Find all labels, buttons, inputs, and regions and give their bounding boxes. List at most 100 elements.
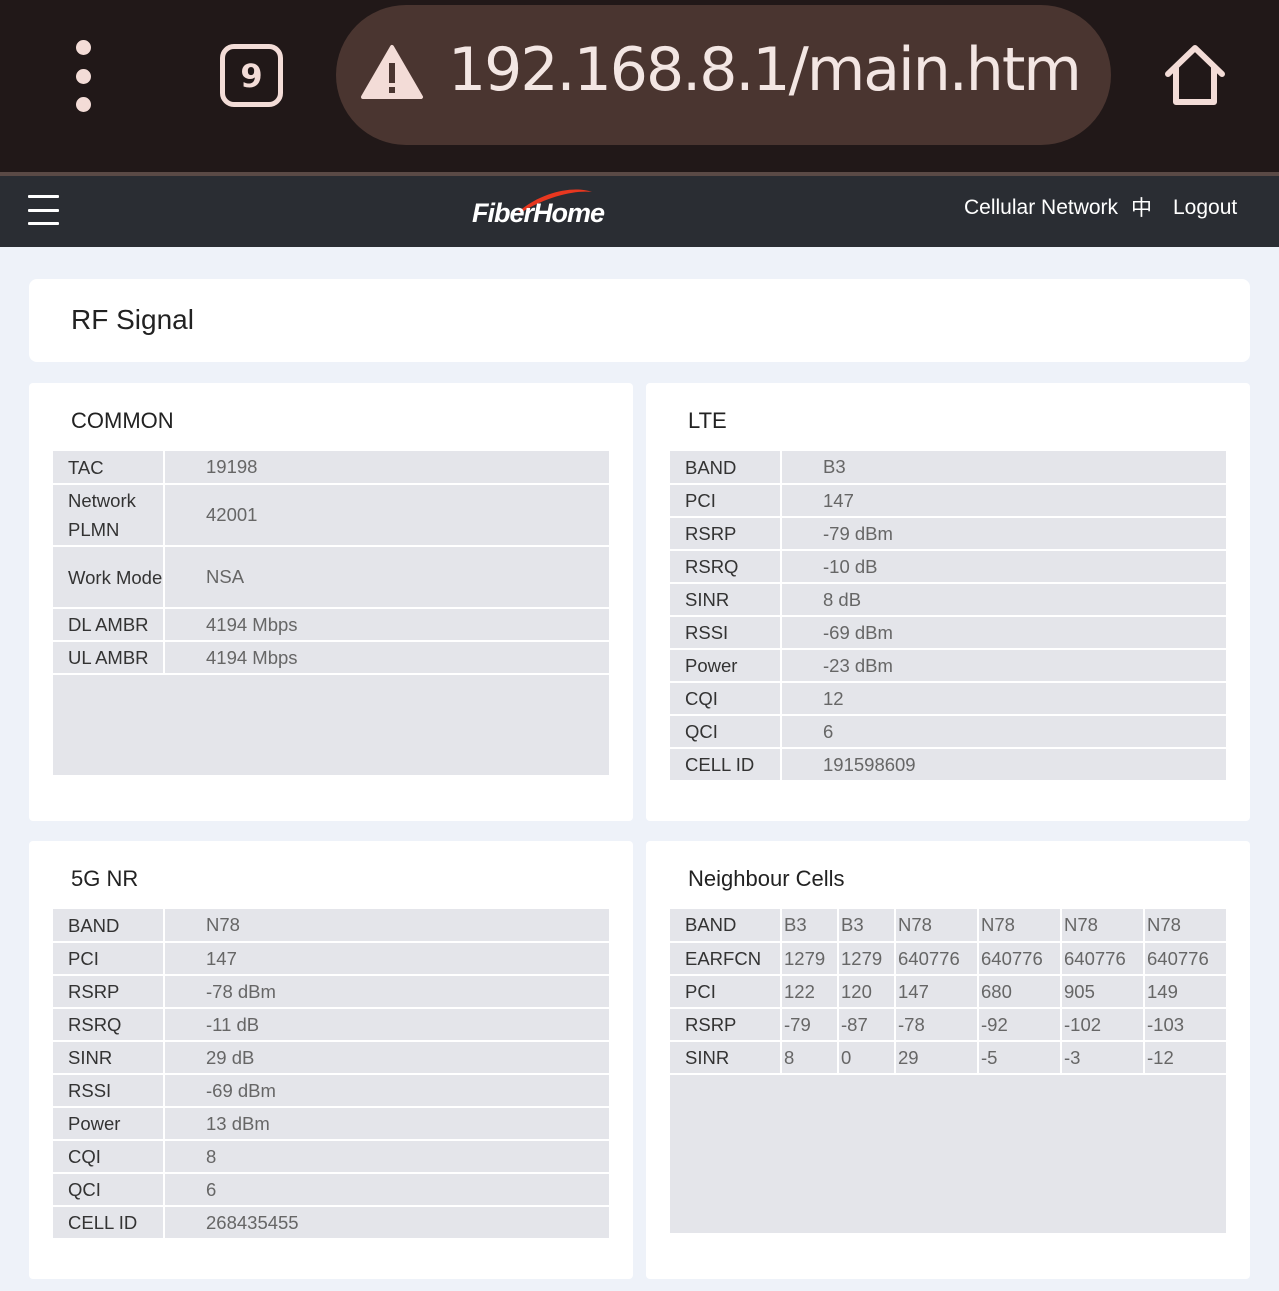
table-row: DL AMBR 4194 Mbps <box>53 608 609 642</box>
row-value: -78 dBm <box>164 975 609 1009</box>
table-row: CQI 8 <box>53 1140 609 1174</box>
row-value: -69 dBm <box>164 1074 609 1108</box>
row-value: 12 <box>781 682 1226 716</box>
row-label: BAND <box>670 451 782 485</box>
row-label: QCI <box>670 715 782 749</box>
row-label: CELL ID <box>53 1206 165 1240</box>
row-label: RSSI <box>53 1074 165 1108</box>
table-cell: N78 <box>1144 909 1226 943</box>
url-text[interactable]: 192.168.8.1/main.html?6 <box>448 30 1084 110</box>
common-panel: TAC 19198 Network PLMN 42001 Work Mode N… <box>53 451 609 775</box>
common-title: COMMON <box>71 408 174 433</box>
table-cell: 1279 <box>781 942 839 976</box>
table-cell: 640776 <box>895 942 979 976</box>
table-row: BAND B3 <box>670 451 1226 485</box>
lte-panel: BAND B3 PCI 147 RSRP -79 dBm RSRQ -10 dB SIN… <box>670 451 1226 782</box>
table-cell: -5 <box>978 1041 1062 1075</box>
nr-title: 5G NR <box>71 866 139 891</box>
page-title-card: RF Signal <box>29 279 1250 362</box>
table-cell: 0 <box>838 1041 896 1075</box>
table-row: TAC 19198 <box>53 451 609 485</box>
fiberhome-logo[interactable]: FiberHome <box>470 186 605 236</box>
row-label: Network PLMN <box>53 484 165 547</box>
brand-name: FiberHome <box>472 198 605 228</box>
table-row: Work Mode NSA <box>53 546 609 609</box>
table-row: RSRP -78 dBm <box>53 975 609 1009</box>
warning-icon[interactable] <box>360 44 424 100</box>
table-cell: 147 <box>895 975 979 1009</box>
table-cell: 120 <box>838 975 896 1009</box>
table-row: CELL ID 191598609 <box>670 748 1226 782</box>
table-row: QCI 6 <box>670 715 1226 749</box>
common-table: TAC 19198 Network PLMN 42001 Work Mode N… <box>53 451 609 675</box>
neighbour-panel: BAND B3 B3 N78 N78 N78 N78 EARFCN 1279 1… <box>670 909 1226 1233</box>
row-label: RSRQ <box>53 1008 165 1042</box>
row-value: -79 dBm <box>781 517 1226 551</box>
row-value: 268435455 <box>164 1206 609 1240</box>
table-row: Network PLMN 42001 <box>53 484 609 547</box>
tab-switcher-button[interactable]: 9 <box>220 44 283 107</box>
table-cell: -87 <box>838 1008 896 1042</box>
row-value: 42001 <box>164 484 609 547</box>
table-row: CQI 12 <box>670 682 1226 716</box>
table-row: RSRP -79 dBm <box>670 517 1226 551</box>
table-cell: -12 <box>1144 1041 1226 1075</box>
row-label: Work Mode <box>53 546 165 609</box>
row-label: BAND <box>670 909 782 943</box>
row-label: CQI <box>670 682 782 716</box>
table-cell: 122 <box>781 975 839 1009</box>
table-row: UL AMBR 4194 Mbps <box>53 641 609 675</box>
table-row: QCI 6 <box>53 1173 609 1207</box>
table-row: SINR 29 dB <box>53 1041 609 1075</box>
more-options-icon[interactable] <box>62 40 104 112</box>
table-cell: -92 <box>978 1008 1062 1042</box>
table-row: RSSI -69 dBm <box>670 616 1226 650</box>
nav-cellular-network[interactable]: Cellular Network <box>964 193 1118 223</box>
logout-link[interactable]: Logout <box>1173 193 1237 223</box>
table-cell: 29 <box>895 1041 979 1075</box>
row-label: RSRP <box>670 1008 782 1042</box>
row-label: UL AMBR <box>53 641 165 675</box>
lte-title: LTE <box>688 408 727 433</box>
table-row: PCI 147 <box>670 484 1226 518</box>
row-value: NSA <box>164 546 609 609</box>
table-cell: 149 <box>1144 975 1226 1009</box>
neighbour-card: Neighbour Cells BAND B3 B3 N78 N78 N78 N… <box>646 841 1250 1279</box>
table-cell: 8 <box>781 1041 839 1075</box>
row-label: RSSI <box>670 616 782 650</box>
home-icon[interactable] <box>1162 42 1228 108</box>
neighbour-title: Neighbour Cells <box>688 866 845 891</box>
row-label: PCI <box>53 942 165 976</box>
hamburger-menu-icon[interactable] <box>28 195 59 225</box>
table-cell: N78 <box>978 909 1062 943</box>
row-value: 4194 Mbps <box>164 641 609 675</box>
row-value: 6 <box>781 715 1226 749</box>
table-row: BAND N78 <box>53 909 609 943</box>
row-label: DL AMBR <box>53 608 165 642</box>
common-card: COMMON TAC 19198 Network PLMN 42001 Work… <box>29 383 633 821</box>
row-value: 147 <box>164 942 609 976</box>
row-label: BAND <box>53 909 165 943</box>
row-label: CQI <box>53 1140 165 1174</box>
row-label: Power <box>670 649 782 683</box>
row-value: -11 dB <box>164 1008 609 1042</box>
row-value: 29 dB <box>164 1041 609 1075</box>
row-value: 8 <box>164 1140 609 1174</box>
table-row: SINR 8 0 29 -5 -3 -12 <box>670 1041 1226 1075</box>
row-value: 13 dBm <box>164 1107 609 1141</box>
table-cell: -79 <box>781 1008 839 1042</box>
row-label: PCI <box>670 975 782 1009</box>
table-row: Power -23 dBm <box>670 649 1226 683</box>
row-label: TAC <box>53 451 165 485</box>
nr-panel: BAND N78 PCI 147 RSRP -78 dBm RSRQ -11 dB SI… <box>53 909 609 1240</box>
row-label: SINR <box>670 583 782 617</box>
table-cell: N78 <box>1061 909 1145 943</box>
row-value: 6 <box>164 1173 609 1207</box>
table-row: BAND B3 B3 N78 N78 N78 N78 <box>670 909 1226 943</box>
row-label: PCI <box>670 484 782 518</box>
row-value: 19198 <box>164 451 609 485</box>
table-cell: 640776 <box>978 942 1062 976</box>
table-cell: 680 <box>978 975 1062 1009</box>
language-toggle[interactable]: 中 <box>1131 193 1152 223</box>
table-row: CELL ID 268435455 <box>53 1206 609 1240</box>
